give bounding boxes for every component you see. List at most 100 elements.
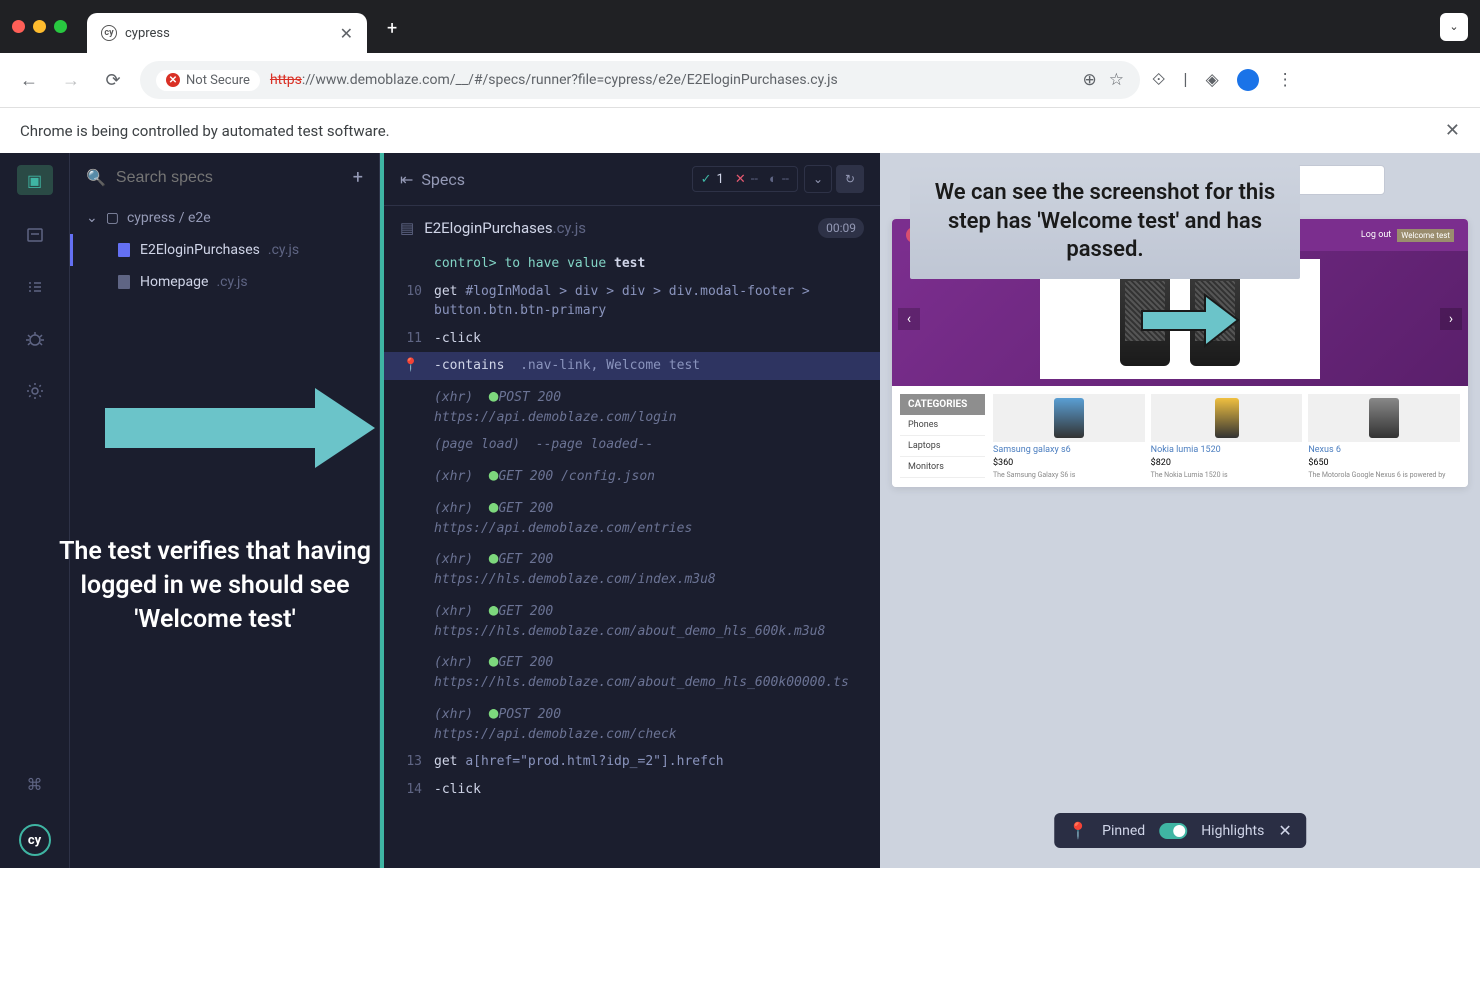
- specs-nav-icon[interactable]: ▣: [17, 165, 53, 195]
- browser-tab[interactable]: cy cypress ✕: [87, 13, 367, 53]
- log-row[interactable]: 11-click: [384, 325, 880, 353]
- log-row[interactable]: 10get #logInModal > div > div > div.moda…: [384, 278, 880, 325]
- bug-nav-icon[interactable]: [23, 327, 47, 351]
- url-text: https://www.demoblaze.com/__/#/specs/run…: [270, 72, 838, 88]
- log-row[interactable]: control> to have value test: [384, 250, 880, 278]
- maximize-window-button[interactable]: [54, 20, 67, 33]
- spec-ext: .cy.js: [553, 219, 586, 237]
- not-secure-icon: ✕: [166, 73, 180, 87]
- category-item[interactable]: Monitors: [900, 457, 985, 478]
- runner-stats: ✓1✕--◐--: [692, 166, 798, 192]
- debug-nav-icon[interactable]: [23, 275, 47, 299]
- spec-title-row[interactable]: ▤ E2EloginPurchases.cy.js 00:09: [384, 206, 880, 250]
- specs-panel: 🔍 + ⌄ ▢ cypress / e2e E2EloginPurchases.…: [70, 153, 380, 868]
- file-icon: [116, 242, 132, 258]
- close-pinned-button[interactable]: ✕: [1278, 821, 1291, 840]
- bookmark-icon[interactable]: ☆: [1109, 70, 1124, 90]
- carousel-prev[interactable]: ‹: [898, 308, 920, 330]
- close-window-button[interactable]: [12, 20, 25, 33]
- extensions-icon[interactable]: ⟐: [1152, 70, 1165, 90]
- spec-file[interactable]: Homepage.cy.js: [86, 266, 363, 298]
- tree-folder[interactable]: ⌄ ▢ cypress / e2e: [86, 202, 363, 234]
- product-card[interactable]: Nexus 6 $650 The Motorola Google Nexus 6…: [1308, 394, 1460, 479]
- file-name: Homepage: [140, 274, 208, 290]
- chevron-down-button[interactable]: ⌄: [804, 165, 832, 193]
- log-row[interactable]: (xhr) ●POST 200https://api.demoblaze.com…: [384, 697, 880, 749]
- browser-toolbar: ← → ⟳ ✕ Not Secure https://www.demoblaze…: [0, 53, 1480, 108]
- cypress-nav-rail: ▣ ⌘ cy: [0, 153, 70, 868]
- log-row[interactable]: 14-click: [384, 776, 880, 804]
- product-grid: Samsung galaxy s6 $360 The Samsung Galax…: [993, 394, 1460, 479]
- tab-title: cypress: [125, 26, 340, 41]
- log-row[interactable]: (xhr) ●GET 200 /config.json: [384, 459, 880, 491]
- chevron-down-icon: ⌄: [86, 210, 98, 226]
- zoom-icon[interactable]: ⊕: [1083, 70, 1097, 90]
- highlights-label: Highlights: [1201, 823, 1264, 839]
- keyboard-icon[interactable]: ⌘: [23, 772, 47, 796]
- annotation-arrow-left: [105, 388, 375, 472]
- url-bar[interactable]: ✕ Not Secure https://www.demoblaze.com/_…: [140, 61, 1140, 99]
- add-spec-button[interactable]: +: [353, 167, 363, 188]
- cypress-logo[interactable]: cy: [19, 824, 51, 856]
- back-button[interactable]: ←: [14, 65, 44, 95]
- log-row[interactable]: (xhr) ●GET 200https://hls.demoblaze.com/…: [384, 594, 880, 646]
- pinned-label: Pinned: [1102, 823, 1145, 839]
- forward-button[interactable]: →: [56, 65, 86, 95]
- annotation-arrow-small: [1140, 293, 1240, 352]
- window-controls: [12, 20, 67, 33]
- folder-icon: ▢: [106, 210, 119, 226]
- toolbar-actions: ⟐ | ◈ ⋮: [1152, 69, 1294, 91]
- shield-icon[interactable]: ◈: [1206, 70, 1219, 90]
- store-nav: Log out Welcome test: [1361, 229, 1454, 242]
- security-indicator[interactable]: ✕ Not Secure: [156, 70, 260, 91]
- divider-icon: |: [1183, 70, 1187, 90]
- categories-header: CATEGORIES: [900, 394, 985, 415]
- runner-breadcrumb[interactable]: ⇤ Specs: [400, 170, 465, 189]
- log-row-pinned[interactable]: 📍-contains .nav-link, Welcome test: [384, 352, 880, 380]
- menu-icon[interactable]: ⋮: [1277, 70, 1294, 90]
- spec-duration: 00:09: [818, 218, 864, 238]
- category-item[interactable]: Phones: [900, 415, 985, 436]
- log-row[interactable]: (xhr) ●GET 200https://hls.demoblaze.com/…: [384, 645, 880, 697]
- product-card[interactable]: Nokia lumia 1520 $820 The Nokia Lumia 15…: [1151, 394, 1303, 479]
- specs-search-row: 🔍 +: [70, 153, 379, 202]
- reload-button[interactable]: ⟳: [98, 65, 128, 95]
- document-icon: ▤: [400, 219, 414, 237]
- close-tab-button[interactable]: ✕: [340, 24, 353, 43]
- log-row[interactable]: (xhr) ●POST 200https://api.demoblaze.com…: [384, 380, 880, 432]
- info-bar-text: Chrome is being controlled by automated …: [20, 122, 390, 140]
- carousel-next[interactable]: ›: [1440, 308, 1462, 330]
- command-log[interactable]: control> to have value test 10get #logIn…: [384, 250, 880, 868]
- pin-icon: 📍: [400, 356, 422, 376]
- url-bar-actions: ⊕ ☆: [1083, 70, 1125, 90]
- runner-panel: ⇤ Specs ✓1✕--◐-- ⌄ ↻ ▤ E2EloginPurchases…: [380, 153, 880, 868]
- logout-link[interactable]: Log out: [1361, 230, 1391, 240]
- file-icon: [116, 274, 132, 290]
- minimize-window-button[interactable]: [33, 20, 46, 33]
- log-row[interactable]: (xhr) ●GET 200https://api.demoblaze.com/…: [384, 491, 880, 543]
- new-tab-button[interactable]: +: [387, 18, 397, 39]
- spec-file-active[interactable]: E2EloginPurchases.cy.js: [70, 234, 363, 266]
- log-row[interactable]: (page load) --page loaded--: [384, 431, 880, 459]
- log-row[interactable]: 13get a[href="prod.html?idp_=2"].hrefch: [384, 748, 880, 776]
- runs-nav-icon[interactable]: [23, 223, 47, 247]
- categories-list: CATEGORIES Phones Laptops Monitors: [900, 394, 985, 479]
- highlights-toggle[interactable]: [1159, 823, 1187, 839]
- specs-label: Specs: [421, 170, 465, 189]
- welcome-link[interactable]: Welcome test: [1397, 229, 1454, 242]
- security-label: Not Secure: [186, 73, 250, 88]
- tab-overflow-button[interactable]: ⌄: [1440, 13, 1468, 41]
- category-item[interactable]: Laptops: [900, 436, 985, 457]
- collapse-icon: ⇤: [400, 170, 413, 189]
- specs-tree: ⌄ ▢ cypress / e2e E2EloginPurchases.cy.j…: [70, 202, 379, 298]
- rerun-button[interactable]: ↻: [836, 165, 864, 193]
- profile-button[interactable]: [1237, 69, 1259, 91]
- file-name: E2EloginPurchases: [140, 242, 260, 258]
- info-bar-close[interactable]: ✕: [1445, 120, 1460, 141]
- settings-nav-icon[interactable]: [23, 379, 47, 403]
- stat-passed: ✓1✕--◐--: [692, 166, 798, 192]
- search-specs-input[interactable]: [116, 169, 343, 187]
- log-row[interactable]: (xhr) ●GET 200https://hls.demoblaze.com/…: [384, 542, 880, 594]
- browser-tab-bar: cy cypress ✕ + ⌄: [0, 0, 1480, 53]
- product-card[interactable]: Samsung galaxy s6 $360 The Samsung Galax…: [993, 394, 1145, 479]
